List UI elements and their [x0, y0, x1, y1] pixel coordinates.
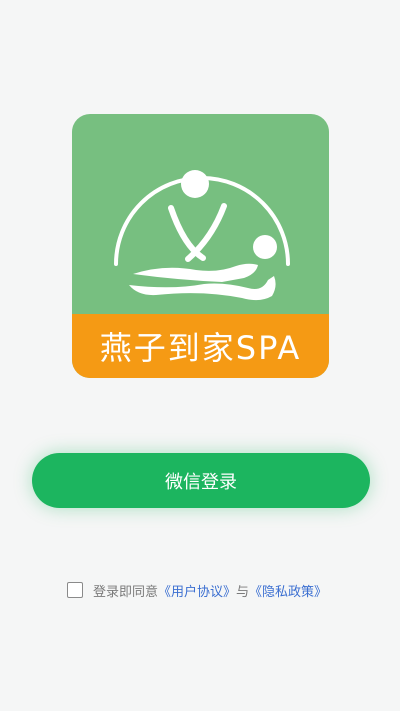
- wechat-login-button[interactable]: 微信登录: [32, 453, 370, 508]
- agreement-connector: 与: [236, 584, 250, 600]
- agreement-checkbox[interactable]: [67, 582, 83, 598]
- app-logo: 燕子到家SPA: [72, 114, 329, 378]
- user-agreement-link[interactable]: 《用户协议》: [158, 581, 236, 600]
- massage-figure-icon: [114, 170, 290, 301]
- logo-band: 燕子到家SPA: [72, 314, 329, 378]
- logo-text: 燕子到家SPA: [99, 329, 302, 367]
- privacy-policy-link[interactable]: 《隐私政策》: [249, 581, 327, 600]
- agreement-prefix: 登录即同意: [93, 584, 159, 600]
- agreement-row: 登录即同意 《用户协议》 与 《隐私政策》: [67, 580, 327, 600]
